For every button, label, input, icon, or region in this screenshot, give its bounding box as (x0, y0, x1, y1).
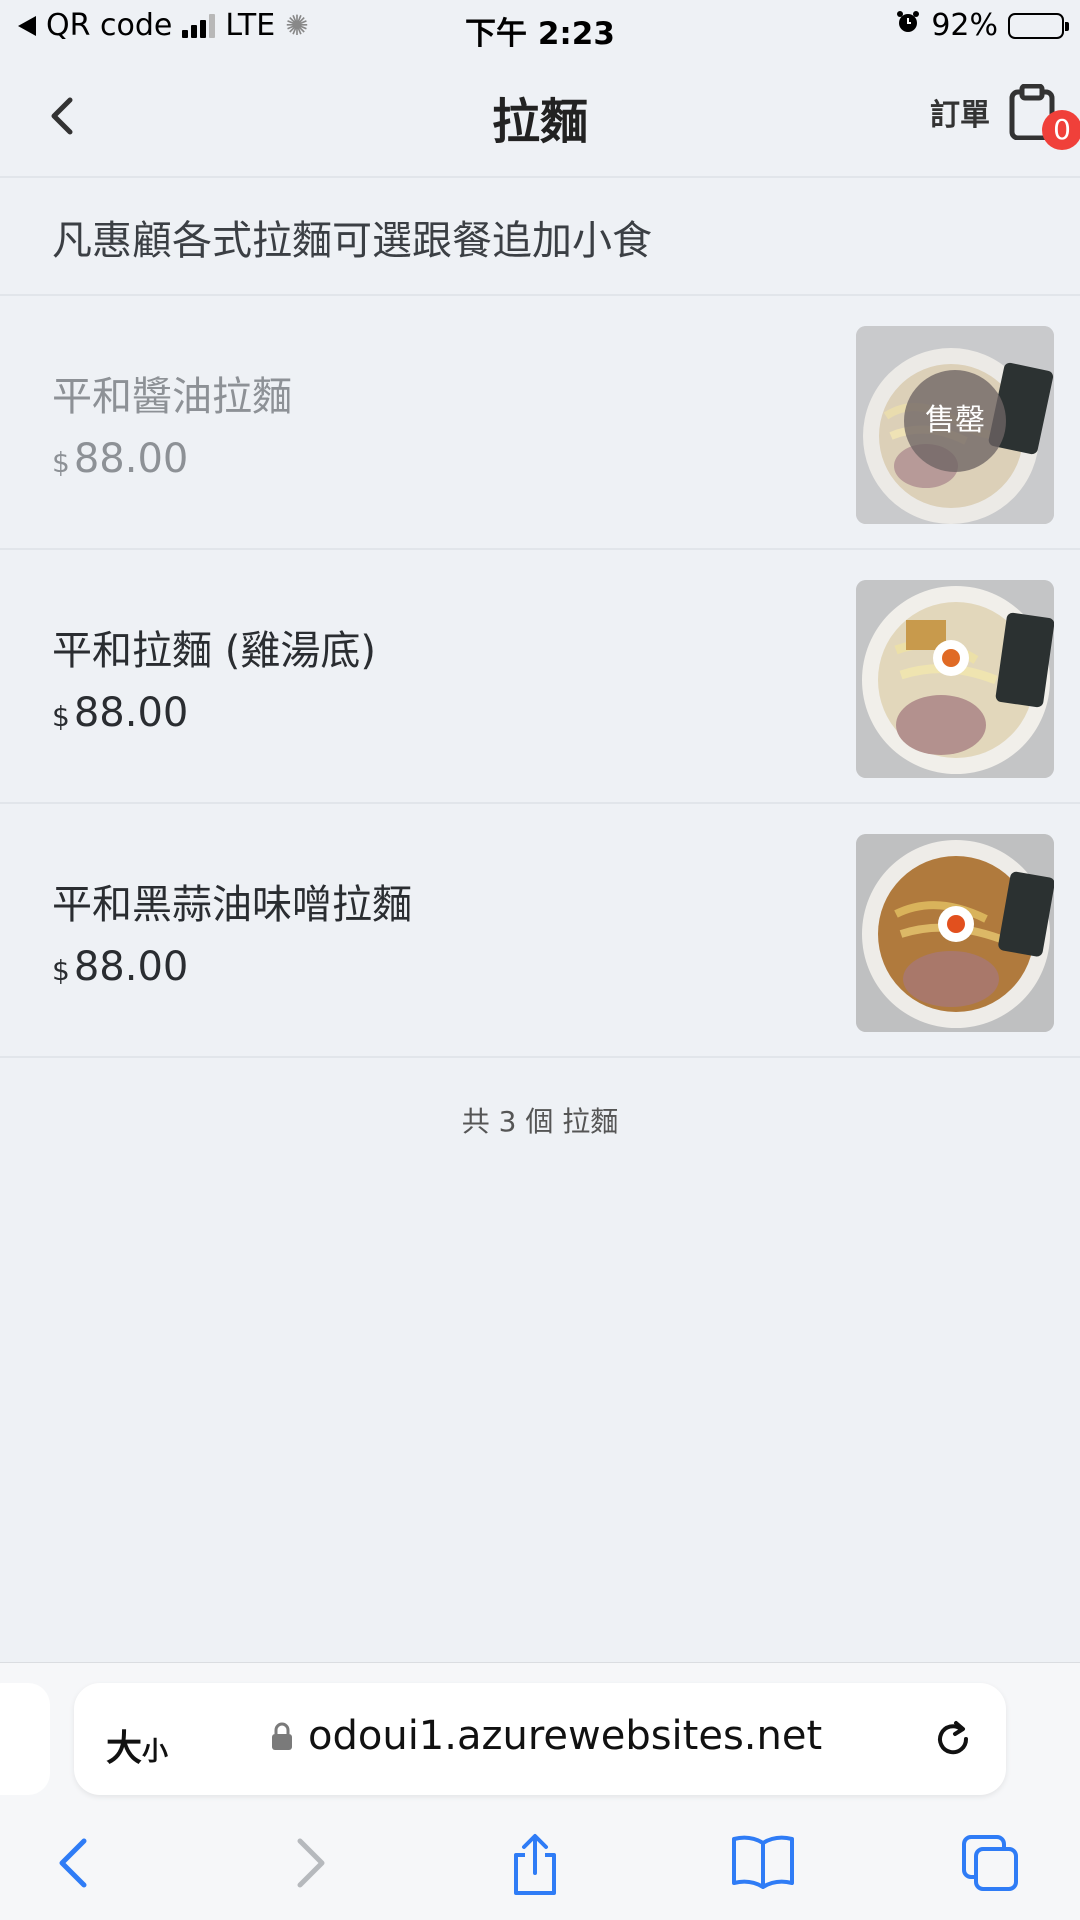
battery-icon (1008, 12, 1069, 39)
browser-toolbar (0, 1833, 1080, 1903)
tabs-icon[interactable] (960, 1833, 1022, 1897)
item-price: $88.00 (52, 690, 188, 736)
browser-forward-icon[interactable] (290, 1833, 330, 1897)
lock-icon (272, 1722, 292, 1750)
bookmarks-icon[interactable] (730, 1833, 796, 1893)
currency-symbol: $ (52, 700, 70, 733)
share-icon[interactable] (508, 1833, 562, 1901)
address-bar[interactable]: 大小 odoui1.azurewebsites.net (74, 1683, 1006, 1795)
order-count-badge: 0 (1042, 110, 1080, 150)
status-bar: QR code LTE ✺ 下午 2:23 92% (0, 0, 1080, 54)
status-right: 92% (895, 8, 1069, 43)
item-price: $88.00 (52, 436, 188, 482)
clipboard-icon[interactable]: 0 (1006, 83, 1080, 150)
sold-out-badge: 售罄 (904, 370, 1006, 472)
item-image[interactable] (856, 580, 1054, 778)
price-value: 88.00 (73, 944, 189, 990)
orders-label: 訂單 (930, 98, 990, 133)
menu-item[interactable]: 平和黑蒜油味噌拉麵 $88.00 (0, 806, 1080, 1058)
price-value: 88.00 (73, 436, 189, 482)
page-header: 拉麵 訂單 0 (0, 54, 1080, 178)
item-image[interactable]: 售罄 (856, 326, 1054, 524)
item-image[interactable] (856, 834, 1054, 1032)
text-size-button[interactable]: 大小 (106, 1719, 168, 1771)
item-name: 平和拉麵 (雞湯底) (52, 628, 376, 674)
battery-percent: 92% (931, 8, 998, 43)
page-title: 拉麵 (491, 94, 588, 150)
browser-bottom-bar: 大小 odoui1.azurewebsites.net (0, 1662, 1080, 1920)
url-text: odoui1.azurewebsites.net (308, 1713, 823, 1759)
menu-item[interactable]: 平和醬油拉麵 $88.00 售罄 (0, 298, 1080, 550)
browser-back-icon[interactable] (54, 1833, 94, 1897)
alarm-icon (895, 8, 921, 43)
previous-tab-peek[interactable] (0, 1683, 50, 1795)
url-display[interactable]: odoui1.azurewebsites.net (270, 1713, 822, 1759)
price-value: 88.00 (73, 690, 189, 736)
currency-symbol: $ (52, 446, 70, 479)
reload-icon[interactable] (930, 1715, 976, 1767)
orders-button[interactable]: 訂單 0 (930, 83, 1080, 150)
text-size-small-label: 小 (142, 1737, 169, 1767)
item-name: 平和醬油拉麵 (52, 374, 292, 420)
item-count: 共 3 個 拉麵 (461, 1105, 619, 1138)
item-name: 平和黑蒜油味噌拉麵 (52, 882, 412, 928)
currency-symbol: $ (52, 954, 70, 987)
menu-item[interactable]: 平和拉麵 (雞湯底) $88.00 (0, 552, 1080, 804)
text-size-big-label: 大 (106, 1728, 143, 1769)
category-description: 凡惠顧各式拉麵可選跟餐追加小食 (0, 180, 1080, 296)
item-price: $88.00 (52, 944, 188, 990)
